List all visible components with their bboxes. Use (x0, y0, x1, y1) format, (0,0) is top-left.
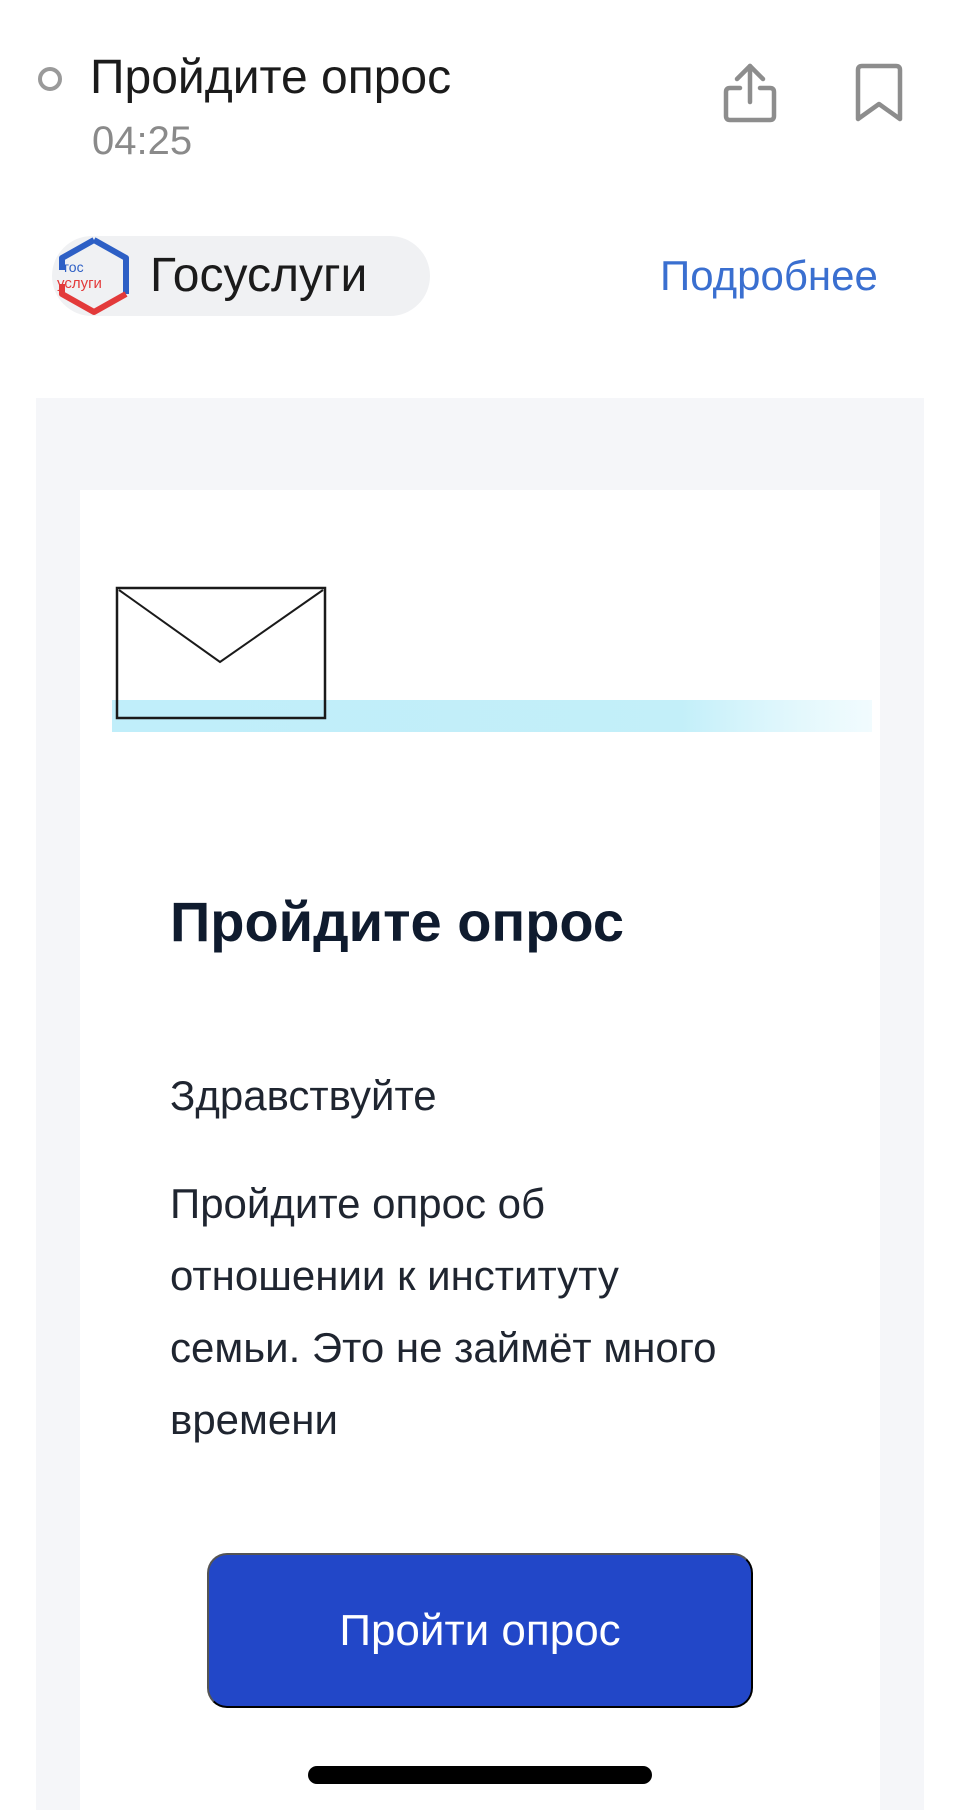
gosuslugi-logo-icon: гос услуги (57, 237, 129, 315)
details-link[interactable]: Подробнее (660, 250, 878, 302)
share-button[interactable] (720, 60, 780, 126)
logo-text-line1: гос (64, 259, 84, 275)
sender-name: Госуслуги (150, 249, 368, 302)
message-title: Пройдите опрос (90, 51, 452, 104)
banner-stripe (112, 700, 872, 732)
bookmark-icon (855, 63, 903, 122)
logo-text-line2: услуги (57, 275, 102, 292)
home-indicator[interactable] (308, 1766, 652, 1784)
email-greeting: Здравствуйте (170, 1072, 437, 1119)
unread-status-dot (38, 67, 62, 91)
envelope-icon (115, 586, 327, 720)
take-survey-button[interactable]: Пройти опрос (207, 1553, 753, 1708)
message-time: 04:25 (92, 119, 193, 163)
email-text: Пройдите опрос об отношении к институту … (170, 1180, 717, 1443)
bookmark-button[interactable] (852, 62, 906, 124)
share-upload-icon (723, 63, 777, 123)
email-banner (112, 586, 872, 732)
email-heading: Пройдите опрос (170, 890, 625, 953)
